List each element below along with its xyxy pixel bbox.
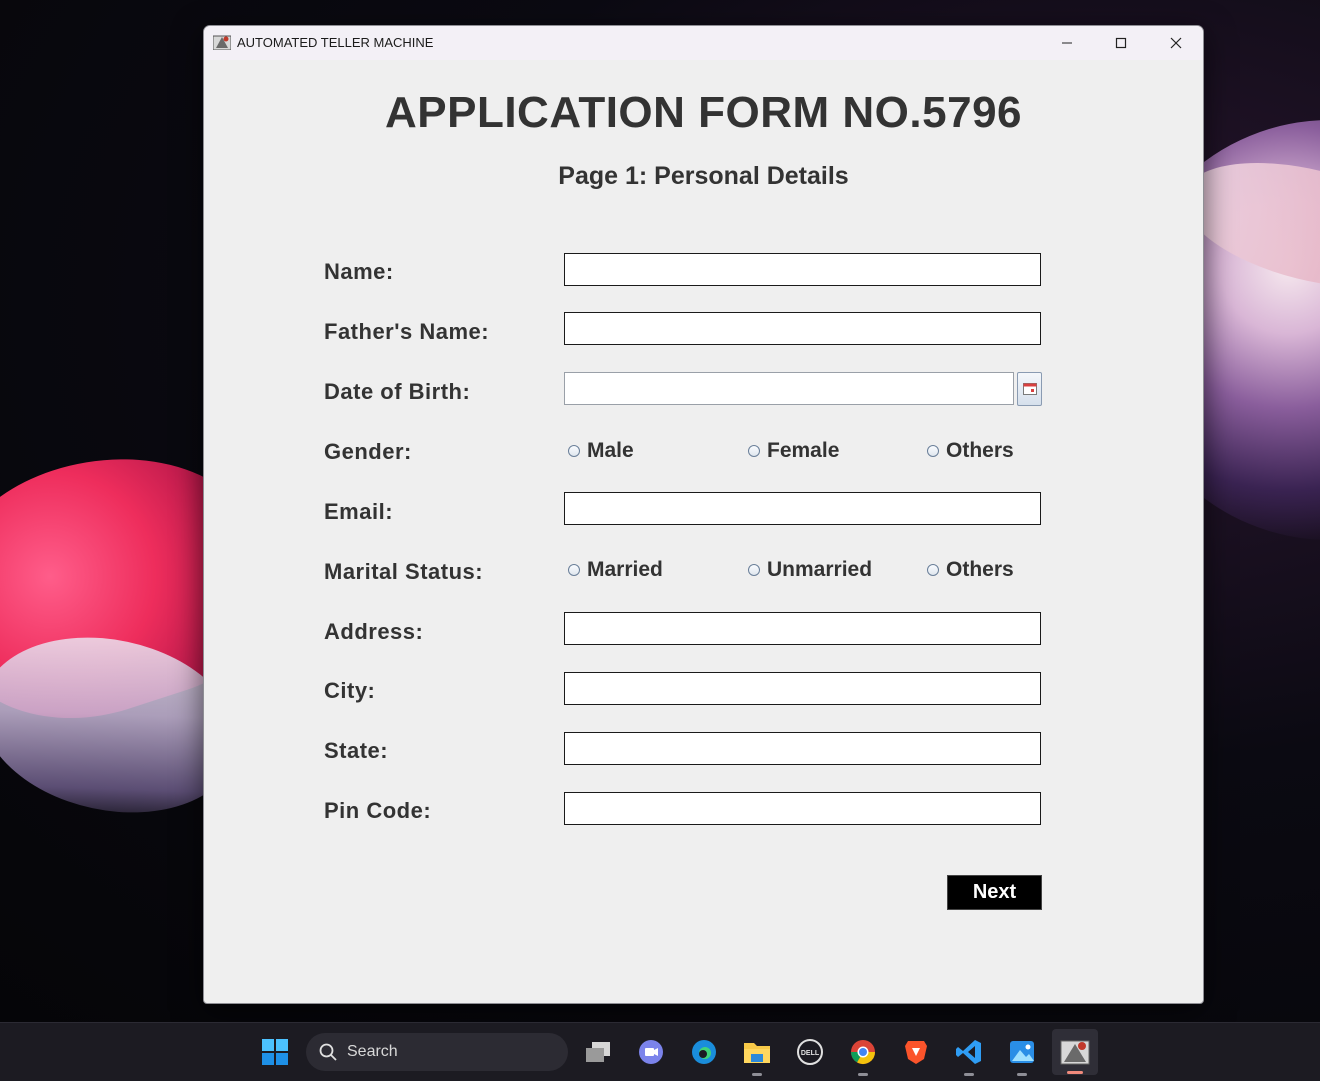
radio-circle-icon bbox=[748, 445, 760, 457]
task-view-button[interactable] bbox=[580, 1034, 616, 1070]
city-field[interactable] bbox=[564, 672, 1041, 705]
edge-icon bbox=[692, 1040, 716, 1064]
email-label: Email: bbox=[324, 499, 394, 524]
teams-chat-button[interactable] bbox=[633, 1034, 669, 1070]
radio-circle-icon bbox=[748, 564, 760, 576]
vscode-button[interactable] bbox=[951, 1034, 987, 1076]
running-indicator bbox=[1017, 1073, 1027, 1076]
radio-circle-icon bbox=[927, 564, 939, 576]
taskbar: Search DELL bbox=[0, 1022, 1320, 1081]
radio-label: Male bbox=[587, 439, 634, 462]
radio-circle-icon bbox=[568, 564, 580, 576]
gender-radio-others[interactable]: Others bbox=[927, 439, 1014, 463]
date-picker-button[interactable] bbox=[1017, 372, 1042, 406]
next-button[interactable]: Next bbox=[947, 875, 1042, 910]
brave-icon bbox=[905, 1041, 927, 1064]
form-heading: APPLICATION FORM NO.5796 bbox=[384, 88, 1023, 137]
vscode-icon bbox=[956, 1040, 981, 1064]
svg-text:DELL: DELL bbox=[801, 1050, 820, 1057]
father-name-field[interactable] bbox=[564, 312, 1041, 345]
dell-button[interactable]: DELL bbox=[792, 1034, 828, 1070]
close-icon bbox=[1170, 37, 1182, 49]
pin-code-label: Pin Code: bbox=[324, 798, 432, 823]
active-indicator bbox=[1067, 1071, 1083, 1074]
chrome-button[interactable] bbox=[845, 1034, 881, 1076]
photos-button[interactable] bbox=[1004, 1034, 1040, 1076]
radio-label: Others bbox=[946, 439, 1014, 462]
task-view-icon bbox=[586, 1042, 610, 1062]
address-label: Address: bbox=[324, 619, 424, 644]
marital-status-label: Marital Status: bbox=[324, 559, 484, 584]
start-button[interactable] bbox=[257, 1034, 293, 1070]
close-button[interactable] bbox=[1149, 26, 1203, 60]
search-icon bbox=[319, 1043, 337, 1061]
taskbar-search[interactable]: Search bbox=[306, 1033, 568, 1071]
radio-label: Female bbox=[767, 439, 840, 462]
file-explorer-button[interactable] bbox=[739, 1034, 775, 1076]
minimize-icon bbox=[1062, 42, 1072, 44]
java-app-icon bbox=[1060, 1040, 1090, 1065]
radio-circle-icon bbox=[927, 445, 939, 457]
photos-icon bbox=[1010, 1041, 1034, 1063]
radio-circle-icon bbox=[568, 445, 580, 457]
email-field[interactable] bbox=[564, 492, 1041, 525]
dob-label: Date of Birth: bbox=[324, 379, 471, 404]
edge-button[interactable] bbox=[686, 1034, 722, 1070]
calendar-icon bbox=[1022, 383, 1037, 395]
state-field[interactable] bbox=[564, 732, 1041, 765]
gender-radio-male[interactable]: Male bbox=[568, 439, 634, 463]
radio-label: Unmarried bbox=[767, 558, 873, 581]
brave-button[interactable] bbox=[898, 1034, 934, 1070]
java-app-taskbar-button[interactable] bbox=[1052, 1029, 1098, 1075]
java-app-icon bbox=[213, 35, 231, 50]
app-window: AUTOMATED TELLER MACHINE APPLICATION FOR… bbox=[203, 25, 1204, 1004]
marital-radio-unmarried[interactable]: Unmarried bbox=[748, 558, 872, 582]
running-indicator bbox=[964, 1073, 974, 1076]
form-subheading: Page 1: Personal Details bbox=[558, 162, 849, 190]
city-label: City: bbox=[324, 678, 376, 703]
address-field[interactable] bbox=[564, 612, 1041, 645]
minimize-button[interactable] bbox=[1040, 26, 1094, 60]
file-explorer-icon bbox=[744, 1043, 770, 1063]
father-name-label: Father's Name: bbox=[324, 319, 490, 344]
gender-label: Gender: bbox=[324, 439, 412, 464]
window-title: AUTOMATED TELLER MACHINE bbox=[237, 35, 434, 50]
teams-chat-icon bbox=[639, 1040, 663, 1064]
gender-radio-female[interactable]: Female bbox=[748, 439, 839, 463]
name-label: Name: bbox=[324, 259, 394, 284]
dell-icon: DELL bbox=[797, 1039, 823, 1065]
name-field[interactable] bbox=[564, 253, 1041, 286]
start-icon bbox=[262, 1039, 288, 1065]
title-bar[interactable]: AUTOMATED TELLER MACHINE bbox=[204, 26, 1203, 60]
chrome-icon bbox=[851, 1040, 875, 1065]
pin-code-field[interactable] bbox=[564, 792, 1041, 825]
radio-label: Married bbox=[587, 558, 663, 581]
running-indicator bbox=[858, 1073, 868, 1076]
search-placeholder: Search bbox=[347, 1043, 398, 1060]
dob-field[interactable] bbox=[564, 372, 1014, 405]
state-label: State: bbox=[324, 738, 389, 763]
radio-label: Others bbox=[946, 558, 1014, 581]
running-indicator bbox=[752, 1073, 762, 1076]
marital-radio-others[interactable]: Others bbox=[927, 558, 1014, 582]
maximize-icon bbox=[1115, 37, 1127, 49]
marital-radio-married[interactable]: Married bbox=[568, 558, 663, 582]
maximize-button[interactable] bbox=[1094, 26, 1148, 60]
